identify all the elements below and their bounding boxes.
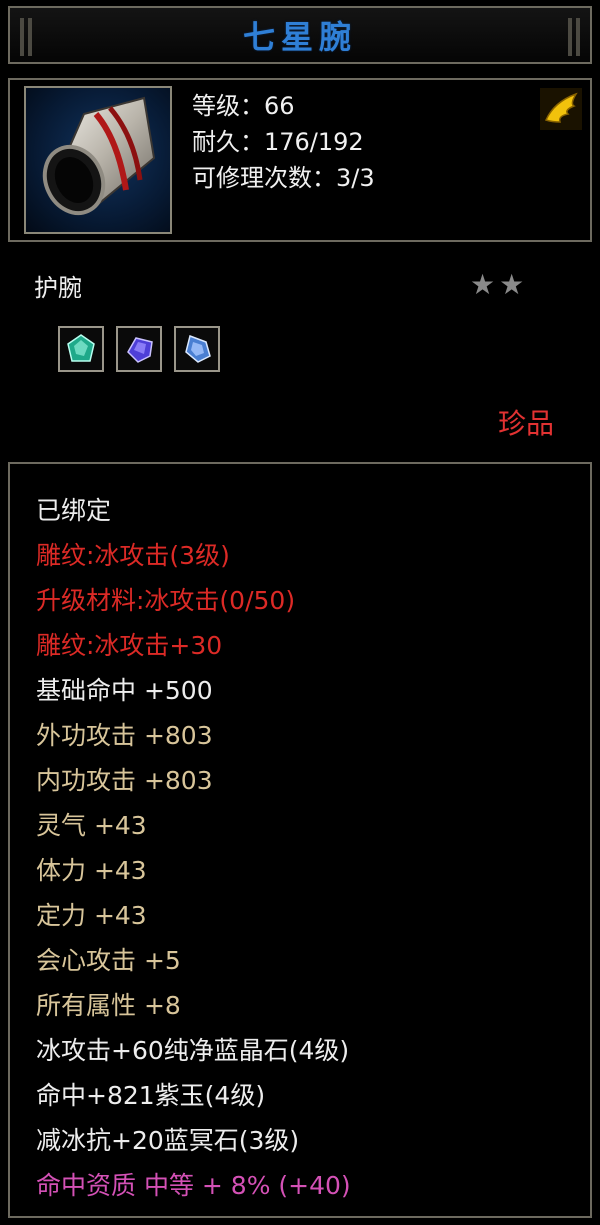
item-info: 护腕 ★★ 珍品 — [8, 248, 592, 458]
item-type: 护腕 — [34, 274, 82, 302]
gold-wing-icon — [540, 88, 582, 130]
title-ornament-right-2 — [568, 18, 572, 56]
item-header: 等级：66 耐久：176/192 可修理次数：3/3 — [8, 78, 592, 242]
attribute-line: 内功攻击 +803 — [36, 766, 213, 795]
attribute-line: 命中+821紫玉(4级) — [36, 1081, 266, 1110]
attribute-line: 冰攻击+60纯净蓝晶石(4级) — [36, 1036, 350, 1065]
green-gem-icon[interactable] — [58, 326, 104, 372]
gem-slots — [58, 326, 220, 372]
purple-gem-icon[interactable] — [116, 326, 162, 372]
attribute-line: 雕纹:冰攻击(3级) — [36, 541, 230, 570]
item-durability: 耐久：176/192 — [192, 128, 364, 156]
attribute-list: 已绑定雕纹:冰攻击(3级) 升级材料:冰攻击(0/50) 雕纹:冰攻击+30 基础命中… — [36, 488, 351, 1208]
attribute-line: 体力 +43 — [36, 856, 147, 885]
star-rating: ★★ — [470, 268, 529, 301]
attribute-line: 雕纹:冰攻击+30 — [36, 631, 223, 660]
item-title-bar: 七星腕 — [8, 6, 592, 64]
title-ornament-left — [20, 18, 24, 56]
bracer-item-icon — [24, 86, 172, 234]
item-stats: 等级：66 耐久：176/192 可修理次数：3/3 — [192, 88, 375, 196]
attribute-line: 基础命中 +500 — [36, 676, 213, 705]
attribute-line: 减冰抗+20蓝冥石(3级) — [36, 1126, 300, 1155]
item-repair-count: 可修理次数：3/3 — [192, 164, 375, 192]
attribute-line: 命中资质 中等 + 8% (+40) — [36, 1171, 351, 1200]
attribute-line: 会心攻击 +5 — [36, 946, 181, 975]
blue-gem-icon[interactable] — [174, 326, 220, 372]
attribute-line: 外功攻击 +803 — [36, 721, 213, 750]
rarity-label: 珍品 — [497, 407, 554, 440]
item-name: 七星腕 — [242, 18, 357, 56]
title-ornament-right — [576, 18, 580, 56]
attribute-line: 定力 +43 — [36, 901, 147, 930]
title-ornament-left-2 — [28, 18, 32, 56]
attribute-line: 灵气 +43 — [36, 811, 147, 840]
attribute-panel: 已绑定雕纹:冰攻击(3级) 升级材料:冰攻击(0/50) 雕纹:冰攻击+30 基础命中… — [8, 462, 592, 1218]
attribute-line: 所有属性 +8 — [36, 991, 181, 1020]
item-level: 等级：66 — [192, 92, 295, 120]
attribute-line: 升级材料:冰攻击(0/50) — [36, 586, 296, 615]
attribute-line: 已绑定 — [36, 496, 112, 525]
